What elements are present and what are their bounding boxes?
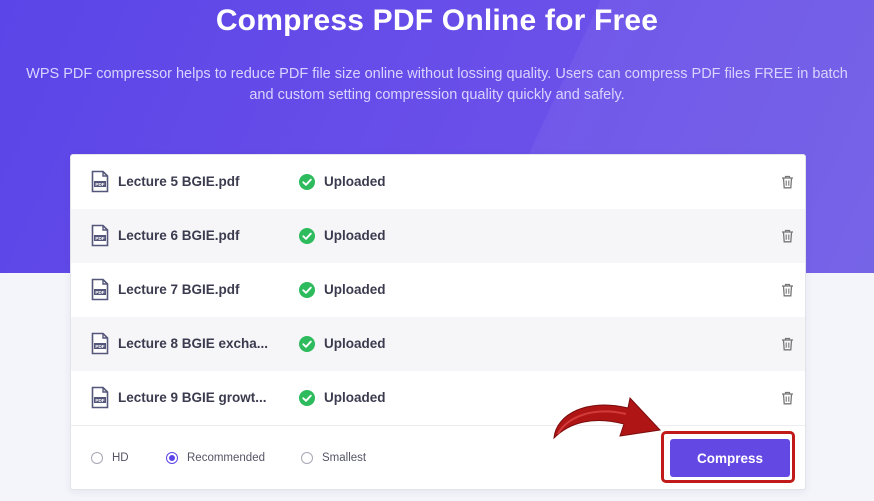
red-arrow-annotation: [553, 396, 662, 440]
option-recommended[interactable]: Recommended: [166, 426, 265, 489]
file-name: Lecture 5 BGIE.pdf: [118, 174, 240, 189]
pdf-file-icon: PDF: [91, 170, 109, 193]
option-recommended-label: Recommended: [187, 452, 265, 464]
file-list-card: PDF Lecture 5 BGIE.pdf Uploaded PDF Lecture …: [70, 154, 806, 490]
pdf-file-icon: PDF: [91, 224, 109, 247]
compress-button[interactable]: Compress: [670, 439, 790, 477]
pdf-file-icon: PDF: [91, 386, 109, 409]
file-row: PDF Lecture 5 BGIE.pdf Uploaded: [71, 155, 805, 209]
trash-icon[interactable]: [781, 391, 794, 405]
subtitle-line-2: and custom setting compression quality q…: [249, 87, 625, 103]
subtitle-line-1: WPS PDF compressor helps to reduce PDF f…: [26, 66, 848, 82]
check-circle-icon: [299, 336, 315, 352]
svg-text:PDF: PDF: [95, 182, 104, 187]
check-circle-icon: [299, 174, 315, 190]
upload-status: Uploaded: [324, 336, 386, 351]
svg-text:PDF: PDF: [95, 236, 104, 241]
check-circle-icon: [299, 228, 315, 244]
file-row: PDF Lecture 7 BGIE.pdf Uploaded: [71, 263, 805, 317]
file-name: Lecture 9 BGIE growt...: [118, 390, 267, 405]
file-row: PDF Lecture 6 BGIE.pdf Uploaded: [71, 209, 805, 263]
radio-recommended[interactable]: [166, 452, 178, 464]
radio-hd[interactable]: [91, 452, 103, 464]
option-hd[interactable]: HD: [91, 426, 129, 489]
check-circle-icon: [299, 282, 315, 298]
page-title: Compress PDF Online for Free: [215, 4, 659, 37]
pdf-file-icon: PDF: [91, 332, 109, 355]
trash-icon[interactable]: [781, 175, 794, 189]
upload-status: Uploaded: [324, 390, 386, 405]
option-smallest-label: Smallest: [322, 452, 367, 464]
svg-text:PDF: PDF: [95, 344, 104, 349]
check-circle-icon: [299, 390, 315, 406]
svg-text:PDF: PDF: [95, 290, 104, 295]
file-row: PDF Lecture 8 BGIE excha... Uploaded: [71, 317, 805, 371]
upload-status: Uploaded: [324, 228, 386, 243]
upload-status: Uploaded: [324, 282, 386, 297]
trash-icon[interactable]: [781, 229, 794, 243]
file-row: PDF Lecture 9 BGIE growt... Uploaded: [71, 371, 805, 425]
file-name: Lecture 8 BGIE excha...: [118, 336, 269, 351]
file-name: Lecture 6 BGIE.pdf: [118, 228, 240, 243]
trash-icon[interactable]: [781, 283, 794, 297]
radio-smallest[interactable]: [301, 452, 313, 464]
option-hd-label: HD: [112, 452, 129, 464]
file-name: Lecture 7 BGIE.pdf: [118, 282, 240, 297]
svg-text:PDF: PDF: [95, 398, 104, 403]
pdf-file-icon: PDF: [91, 278, 109, 301]
trash-icon[interactable]: [781, 337, 794, 351]
upload-status: Uploaded: [324, 174, 386, 189]
page-subtitle: WPS PDF compressor helps to reduce PDF f…: [0, 64, 874, 106]
option-smallest[interactable]: Smallest: [301, 426, 367, 489]
